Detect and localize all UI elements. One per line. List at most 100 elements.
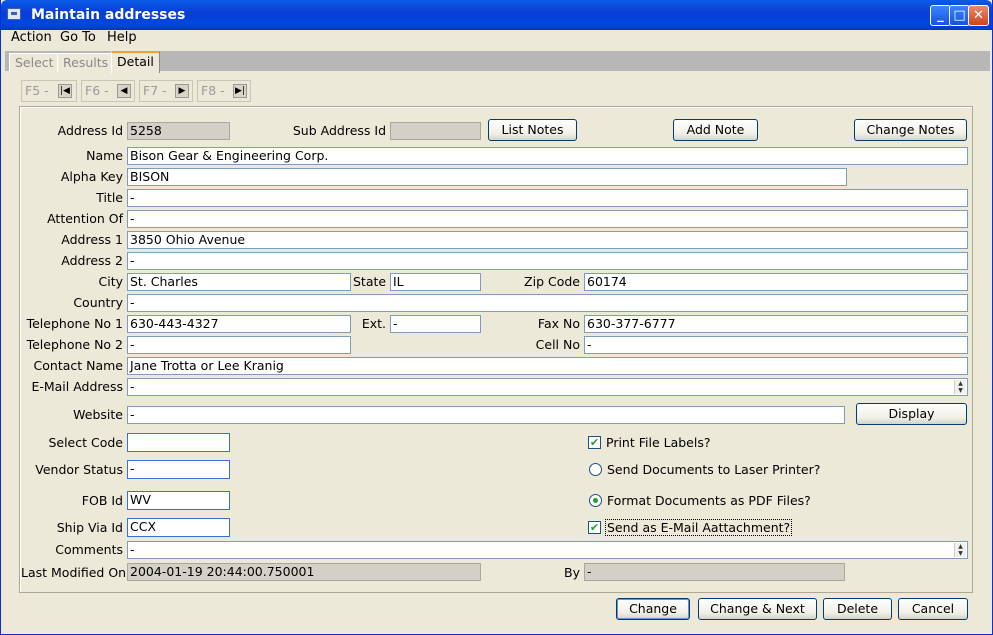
title-bar: Maintain addresses _ □ ✕ — [1, 0, 992, 30]
add-note-button[interactable]: Add Note — [673, 119, 758, 141]
fax-field[interactable]: 630-377-6777 — [584, 315, 968, 333]
address2-field[interactable]: - — [127, 252, 968, 270]
address1-label: Address 1 — [61, 232, 123, 247]
pdf-format-label: Format Documents as PDF Files? — [607, 493, 811, 508]
select-code-field[interactable] — [127, 433, 230, 452]
last-icon: ▶| — [233, 84, 247, 98]
phone2-label: Telephone No 2 — [26, 337, 123, 352]
prev-record-button[interactable]: F6 - ◀ — [81, 80, 135, 102]
email-value: - — [130, 379, 135, 394]
title-field[interactable]: - — [127, 189, 968, 207]
tab-detail[interactable]: Detail — [111, 51, 160, 73]
close-icon[interactable]: ✕ — [968, 5, 989, 26]
state-field[interactable]: IL — [390, 273, 481, 291]
cell-field[interactable]: - — [584, 336, 968, 354]
comments-spinner[interactable]: ▲ ▼ — [954, 543, 966, 557]
attention-of-label: Attention Of — [47, 211, 123, 226]
window-title: Maintain addresses — [31, 7, 186, 23]
f8-label: F8 - — [201, 83, 225, 98]
pdf-format-radio[interactable] — [589, 494, 602, 507]
comments-label: Comments — [55, 542, 123, 557]
laser-printer-label: Send Documents to Laser Printer? — [607, 462, 821, 477]
next-icon: ▶ — [175, 84, 189, 98]
address2-label: Address 2 — [61, 253, 123, 268]
f7-label: F7 - — [143, 83, 167, 98]
email-attachment-checkbox[interactable]: ✔ — [588, 521, 601, 534]
name-field[interactable]: Bison Gear & Engineering Corp. — [127, 147, 968, 165]
cancel-button[interactable]: Cancel — [898, 598, 968, 620]
phone1-field[interactable]: 630-443-4327 — [127, 315, 351, 333]
delete-button[interactable]: Delete — [823, 598, 892, 620]
attention-of-field[interactable]: - — [127, 210, 968, 228]
fob-id-field[interactable]: WV — [127, 491, 230, 510]
address-id-field[interactable]: 5258 — [127, 122, 230, 140]
last-modified-label: Last Modified On — [21, 565, 127, 580]
website-field[interactable]: - — [127, 406, 845, 424]
menu-bar: Action Go To Help — [1, 30, 992, 48]
select-code-label: Select Code — [48, 435, 123, 450]
contact-label: Contact Name — [33, 358, 123, 373]
phone2-field[interactable]: - — [127, 336, 351, 354]
cell-label: Cell No — [535, 337, 580, 352]
prev-icon: ◀ — [117, 84, 131, 98]
tab-results[interactable]: Results — [57, 53, 115, 72]
ship-via-id-field[interactable]: CCX — [127, 518, 230, 537]
website-label: Website — [73, 407, 123, 422]
laser-printer-radio[interactable] — [589, 463, 602, 476]
list-notes-button[interactable]: List Notes — [488, 119, 577, 141]
contact-field[interactable]: Jane Trotta or Lee Kranig — [127, 357, 968, 375]
sub-address-id-field[interactable] — [390, 122, 481, 140]
print-labels-checkbox[interactable]: ✔ — [588, 436, 601, 449]
zip-field[interactable]: 60174 — [584, 273, 968, 291]
f6-label: F6 - — [85, 83, 109, 98]
ship-via-id-label: Ship Via Id — [56, 520, 123, 535]
next-record-button[interactable]: F7 - ▶ — [139, 80, 193, 102]
menu-goto[interactable]: Go To — [60, 30, 96, 45]
app-icon[interactable] — [7, 8, 21, 20]
ext-field[interactable]: - — [390, 315, 481, 333]
vendor-status-label: Vendor Status — [35, 462, 123, 477]
name-label: Name — [86, 148, 123, 163]
email-attachment-label: Send as E-Mail Aattachment? — [605, 519, 793, 536]
by-field[interactable]: - — [584, 563, 845, 581]
address-id-label: Address Id — [57, 123, 123, 138]
fob-id-label: FOB Id — [81, 493, 123, 508]
first-icon: |◀ — [58, 84, 72, 98]
alpha-key-field[interactable]: BISON — [127, 168, 847, 186]
country-field[interactable]: - — [127, 294, 968, 312]
sub-address-id-label: Sub Address Id — [292, 123, 386, 138]
menu-action[interactable]: Action — [11, 30, 52, 45]
display-button[interactable]: Display — [856, 403, 967, 425]
zip-label: Zip Code — [524, 274, 580, 289]
phone1-label: Telephone No 1 — [26, 316, 123, 331]
menu-help[interactable]: Help — [107, 30, 137, 45]
comments-value: - — [130, 542, 135, 557]
country-label: Country — [73, 295, 123, 310]
city-field[interactable]: St. Charles — [127, 273, 351, 291]
change-notes-button[interactable]: Change Notes — [854, 119, 967, 141]
state-label: State — [353, 274, 387, 289]
vendor-status-field[interactable]: - — [127, 460, 230, 479]
first-record-button[interactable]: F5 - |◀ — [21, 80, 77, 102]
change-next-button[interactable]: Change & Next — [698, 598, 817, 620]
email-label: E-Mail Address — [31, 379, 123, 394]
last-record-button[interactable]: F8 - ▶| — [197, 80, 251, 102]
fax-label: Fax No — [537, 316, 580, 331]
change-button[interactable]: Change — [616, 598, 690, 620]
email-spinner[interactable]: ▲ ▼ — [954, 380, 966, 394]
alpha-key-label: Alpha Key — [60, 169, 123, 184]
comments-field[interactable]: - ▲ ▼ — [127, 541, 968, 559]
ext-label: Ext. — [361, 316, 386, 331]
f5-label: F5 - — [25, 83, 49, 98]
last-modified-field[interactable]: 2004-01-19 20:44:00.750001 — [127, 563, 481, 581]
address1-field[interactable]: 3850 Ohio Avenue — [127, 231, 968, 249]
print-labels-label: Print File Labels? — [606, 435, 711, 450]
by-label: By — [564, 565, 580, 580]
minimize-icon[interactable]: _ — [930, 5, 951, 26]
title-label: Title — [96, 190, 123, 205]
tab-select[interactable]: Select — [9, 53, 60, 72]
maximize-icon[interactable]: □ — [949, 5, 970, 26]
email-field[interactable]: - ▲ ▼ — [127, 378, 968, 396]
city-label: City — [98, 274, 124, 289]
main-window: Maintain addresses _ □ ✕ Action Go To He… — [0, 0, 993, 635]
